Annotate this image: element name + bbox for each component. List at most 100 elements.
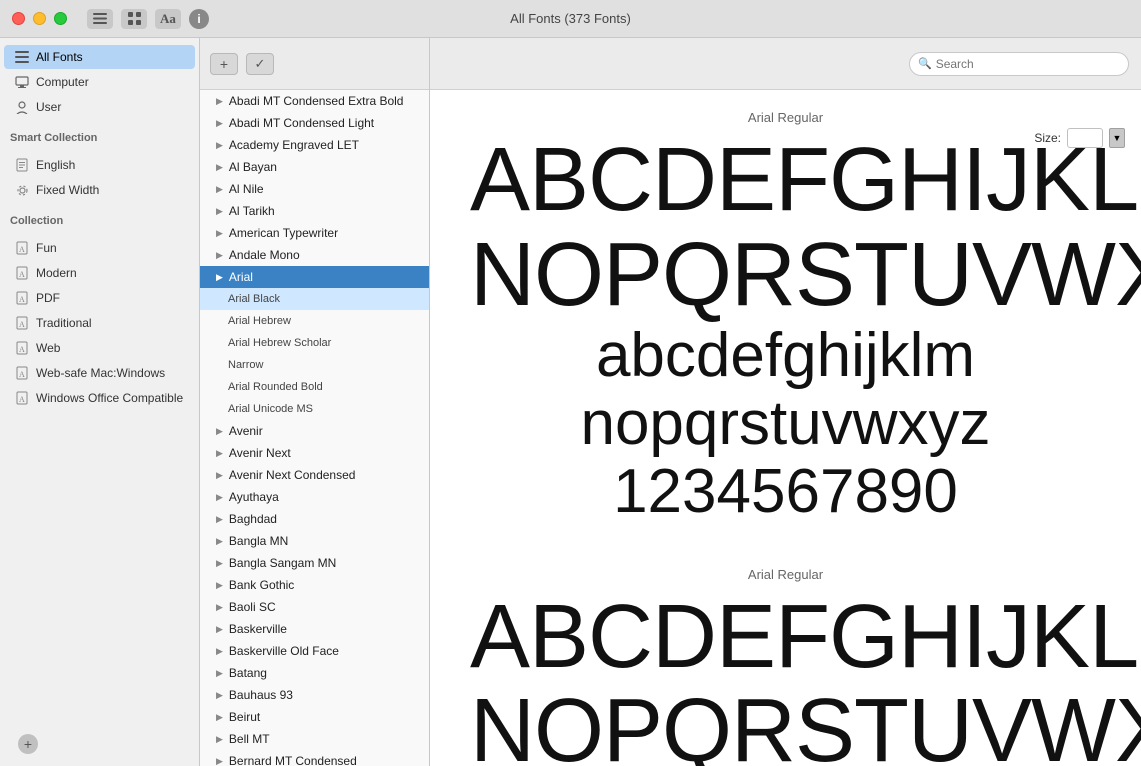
list-icon [14,49,30,65]
font-name-label: Andale Mono [229,248,300,262]
font-list-item[interactable]: ▶ Ayuthaya [200,486,429,508]
font-subname-label: Arial Unicode MS [228,403,313,415]
preview-uppercase-1: ABCDEFGHIJKLM [470,133,1101,228]
font-sublist-item-arial-rounded[interactable]: Arial Rounded Bold [200,376,429,398]
info-icon[interactable]: i [189,9,209,29]
font-list-item[interactable]: ▶ Al Bayan [200,156,429,178]
font-name-label: Bell MT [229,732,270,746]
font-list-item-arial[interactable]: ▶ Arial [200,266,429,288]
font-list-item[interactable]: ▶ Batang [200,662,429,684]
add-font-button[interactable]: + [210,53,238,75]
font-list-item[interactable]: ▶ Avenir [200,420,429,442]
size-input[interactable]: 64 [1067,128,1103,148]
font-list-item[interactable]: ▶ Bangla Sangam MN [200,552,429,574]
sidebar-item-label: All Fonts [36,50,83,64]
sidebar-item-computer[interactable]: Computer [4,70,195,94]
font-list-item[interactable]: ▶ Bell MT [200,728,429,750]
font-list-item[interactable]: ▶ Baoli SC [200,596,429,618]
font-list-item[interactable]: ▶ Beirut [200,706,429,728]
font-list-item[interactable]: ▶ Bangla MN [200,530,429,552]
sidebar: All Fonts Computer User Smart Collection [0,38,200,766]
font-sublist-item-arial-unicode[interactable]: Arial Unicode MS [200,398,429,420]
font-name-label: Arial [229,270,253,284]
font-name-label: Bernard MT Condensed [229,754,357,766]
font-list-item[interactable]: ▶ Avenir Next [200,442,429,464]
sidebar-item-label: Fun [36,241,57,255]
font-list-item[interactable]: ▶ Baskerville Old Face [200,640,429,662]
sidebar-item-fun[interactable]: A Fun [4,236,195,260]
preview-font-name-2: Arial Regular [470,567,1101,582]
sidebar-item-user[interactable]: User [4,95,195,119]
chevron-icon: ▶ [216,250,223,261]
sidebar-item-label: Fixed Width [36,183,99,197]
font-subname-label: Arial Rounded Bold [228,381,323,393]
font-list-item[interactable]: ▶ Abadi MT Condensed Extra Bold [200,90,429,112]
sidebar-toggle-icon[interactable] [87,9,113,29]
font-sublist-item-arial-black[interactable]: Arial Black [200,288,429,310]
chevron-icon: ▶ [216,602,223,613]
main-layout: All Fonts Computer User Smart Collection [0,38,1141,766]
chevron-icon: ▶ [216,272,223,283]
close-button[interactable] [12,12,25,25]
maximize-button[interactable] [54,12,67,25]
search-bar[interactable]: 🔍 [909,52,1129,76]
font-sublist-item-arial-hebrew[interactable]: Arial Hebrew [200,310,429,332]
font-list-item[interactable]: ▶ Bauhaus 93 [200,684,429,706]
font-list-item[interactable]: ▶ Andale Mono [200,244,429,266]
chevron-icon: ▶ [216,646,223,657]
font-doc-icon: A [14,290,30,306]
sidebar-item-label: Windows Office Compatible [36,391,183,405]
font-name-label: Batang [229,666,267,680]
font-list-item[interactable]: ▶ Abadi MT Condensed Light [200,112,429,134]
font-list-item[interactable]: ▶ Baghdad [200,508,429,530]
chevron-icon: ▶ [216,448,223,459]
font-list-item[interactable]: ▶ Avenir Next Condensed [200,464,429,486]
preview-uppercase-3: ABCDEFGHIJKLM [470,590,1101,685]
sidebar-item-pdf[interactable]: A PDF [4,286,195,310]
size-dropdown-button[interactable]: ▼ [1109,128,1125,148]
preview-uppercase-2: NOPQRSTUVWXYZ [470,228,1101,323]
sidebar-item-web-safe[interactable]: A Web-safe Mac:Windows [4,361,195,385]
sidebar-item-web[interactable]: A Web [4,336,195,360]
font-list-item[interactable]: ▶ Al Tarikh [200,200,429,222]
sidebar-item-traditional[interactable]: A Traditional [4,311,195,335]
sidebar-item-english[interactable]: English [4,153,195,177]
font-list-item[interactable]: ▶ Al Nile [200,178,429,200]
sidebar-item-windows[interactable]: A Windows Office Compatible [4,386,195,410]
sidebar-item-modern[interactable]: A Modern [4,261,195,285]
font-list[interactable]: ▶ Abadi MT Condensed Extra Bold ▶ Abadi … [200,90,429,766]
grid-view-icon[interactable] [121,9,147,29]
sidebar-item-label: Modern [36,266,77,280]
svg-text:A: A [19,245,25,254]
font-list-item[interactable]: ▶ American Typewriter [200,222,429,244]
font-sublist-item-arial-hebrew-scholar[interactable]: Arial Hebrew Scholar [200,332,429,354]
sidebar-item-label: User [36,100,61,114]
font-name-label: Ayuthaya [229,490,279,504]
font-sublist-item-arial-narrow[interactable]: Narrow [200,354,429,376]
search-input[interactable] [936,57,1120,71]
sidebar-item-label: English [36,158,75,172]
minimize-button[interactable] [33,12,46,25]
monitor-icon [14,74,30,90]
font-name-label: Academy Engraved LET [229,138,359,152]
chevron-icon: ▶ [216,118,223,129]
font-doc-icon: A [14,240,30,256]
svg-text:A: A [19,270,25,279]
chevron-icon: ▶ [216,558,223,569]
font-list-item[interactable]: ▶ Bank Gothic [200,574,429,596]
check-button[interactable]: ✓ [246,53,274,75]
sidebar-item-all-fonts[interactable]: All Fonts [4,45,195,69]
chevron-icon: ▶ [216,712,223,723]
sidebar-item-fixed-width[interactable]: Fixed Width [4,178,195,202]
font-list-item[interactable]: ▶ Academy Engraved LET [200,134,429,156]
font-preview-icon[interactable]: Aa [155,9,181,29]
font-doc-icon: A [14,365,30,381]
checkmark-icon: ✓ [255,56,266,72]
add-collection-button[interactable]: + [18,734,38,754]
chevron-icon: ▶ [216,140,223,151]
smart-collection-section: English Fixed Width [0,146,199,209]
font-list-item[interactable]: ▶ Baskerville [200,618,429,640]
preview-numbers: 1234567890 [470,458,1101,526]
font-list-item[interactable]: ▶ Bernard MT Condensed [200,750,429,766]
traffic-lights [12,12,67,25]
